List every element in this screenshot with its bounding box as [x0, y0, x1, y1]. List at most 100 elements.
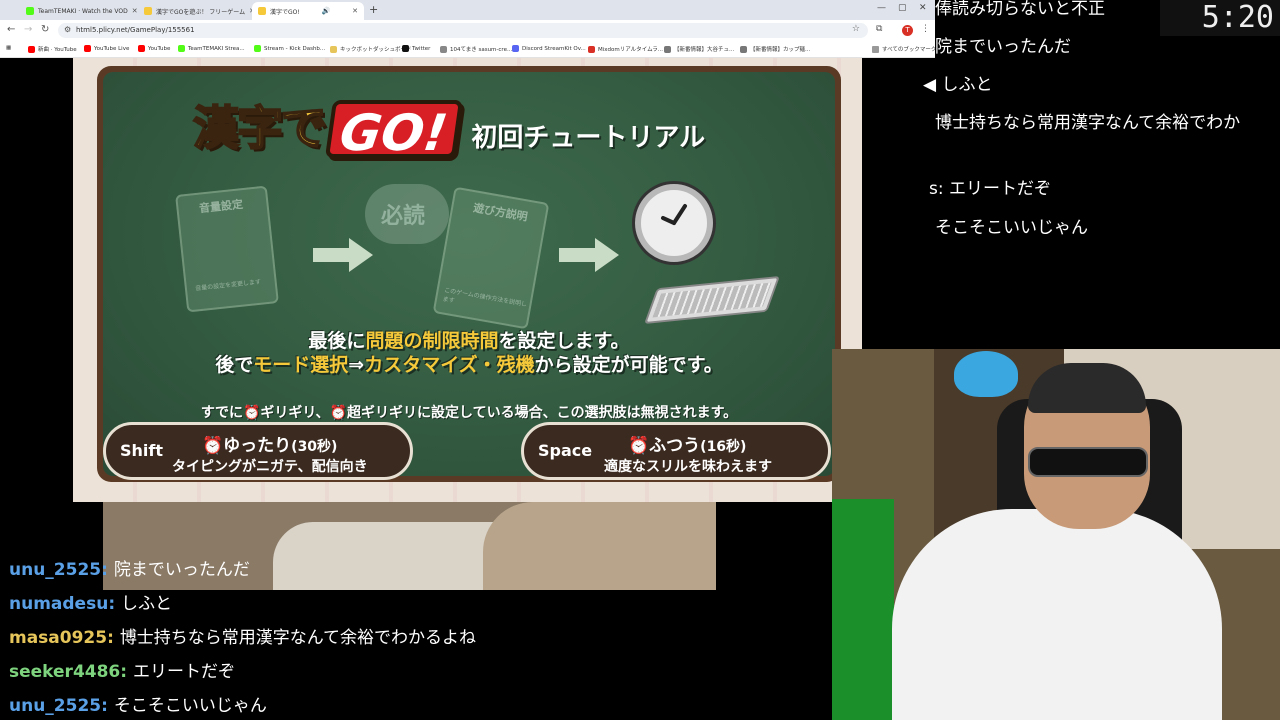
- site-info-icon[interactable]: ⚙: [64, 25, 71, 34]
- tab-kanji-play[interactable]: 漢字でGOを遊ぶ！ フリーゲーム ✕: [138, 2, 252, 20]
- kick-icon: [178, 45, 185, 52]
- news-icon: [740, 45, 747, 53]
- close-icon[interactable]: ✕: [348, 7, 358, 15]
- bookmark-label: キックボットダッシュボード: [340, 47, 412, 53]
- instr-text: から設定が可能です。: [534, 354, 723, 376]
- bookmark-item[interactable]: 104てまき sasum-cre...: [440, 45, 512, 53]
- folder-icon: [872, 45, 879, 53]
- option-normal-button[interactable]: Space ⏰ふつう(16秒) 適度なスリルを味わえます: [521, 422, 831, 480]
- youtube-icon: [84, 45, 91, 52]
- instruction-line-1: 最後に問題の制限時間を設定します。: [103, 326, 835, 353]
- tab-label: TeamTEMAKI · Watch the VOD: [38, 7, 128, 15]
- right-chat-line: 俸読み切らないと不正: [935, 0, 1105, 19]
- bookmark-item[interactable]: キックボットダッシュボード: [330, 45, 412, 53]
- bookmark-item[interactable]: Twitter: [402, 45, 430, 52]
- streamer-hair: [1028, 363, 1146, 413]
- speaker-icon[interactable]: 🔊: [318, 7, 331, 15]
- chat-username: unu_2525: [9, 560, 102, 580]
- option-seconds: (16秒): [700, 439, 747, 455]
- close-icon[interactable]: ✕: [245, 7, 252, 15]
- instr-text: ⇒: [348, 354, 365, 376]
- maximize-icon[interactable]: ▢: [898, 3, 907, 13]
- right-chat-line: ◀ しふと: [923, 75, 993, 95]
- bookmark-star-icon[interactable]: ☆: [852, 24, 860, 34]
- chat-text: しふと: [121, 594, 173, 614]
- chat-username: seeker4486: [9, 662, 121, 682]
- bookmark-label: Mixdomリアルタイムラ...: [598, 47, 664, 53]
- arrow-right-icon: [313, 238, 373, 272]
- bookmark-label: すべてのブックマーク: [882, 47, 935, 53]
- right-chat-line: 博士持ちなら常用漢字なんて余裕でわか: [935, 113, 1241, 133]
- tab-kick[interactable]: TeamTEMAKI · Watch the VOD ✕: [20, 2, 138, 20]
- new-tab-button[interactable]: +: [369, 3, 378, 16]
- url-text: html5.plicy.net/GamePlay/155561: [76, 26, 195, 34]
- instruction-line-2: 後でモード選択⇒カスタマイズ・残機から設定が可能です。: [103, 350, 835, 377]
- reload-icon[interactable]: ↻: [41, 24, 49, 35]
- bookmark-label: 104てまき sasum-cre...: [450, 47, 513, 53]
- youtube-icon: [138, 45, 145, 52]
- option-seconds: (30秒): [291, 439, 338, 455]
- all-bookmarks-folder[interactable]: すべてのブックマーク: [872, 45, 935, 53]
- bookmark-item[interactable]: Discord StreamKit Ov...: [512, 45, 586, 52]
- option-title-text: ⏰ゆったり: [202, 436, 292, 456]
- bookmark-item[interactable]: 【新番情報】カップ麺...: [740, 45, 810, 53]
- instr-text: を設定します。: [498, 330, 630, 352]
- keyboard-icon: [643, 275, 781, 325]
- menu-kebab-icon[interactable]: ⋮: [921, 24, 930, 34]
- option-title: ⏰ふつう(16秒): [628, 431, 746, 456]
- bookmark-item[interactable]: 新曲 · YouTube: [28, 45, 77, 53]
- window-close-icon[interactable]: ✕: [919, 3, 927, 13]
- bookmark-item[interactable]: YouTube Live: [84, 45, 129, 52]
- webcam-feed: [832, 349, 1280, 720]
- title-subtitle: 初回チュートリアル: [471, 123, 706, 153]
- tab-kanji-game-active[interactable]: 漢字でGO! 🔊 ✕: [252, 2, 364, 20]
- close-icon[interactable]: ✕: [128, 7, 138, 15]
- bookmark-label: Twitter: [412, 45, 431, 52]
- news-icon: [664, 45, 671, 53]
- bookmark-item[interactable]: 【新番情報】大谷チュ...: [664, 45, 734, 53]
- back-icon[interactable]: ←: [7, 24, 15, 35]
- profile-avatar[interactable]: T: [902, 25, 913, 36]
- bookmark-label: YouTube Live: [94, 45, 130, 52]
- forward-icon[interactable]: →: [24, 24, 32, 35]
- instr-highlight: モード選択: [253, 354, 349, 376]
- right-chat-overlay: 俸読み切らないと不正 院までいったんだ ◀ しふと 博士持ちなら常用漢字なんて余…: [923, 0, 1280, 242]
- ignore-note: すでに⏰ギリギリ、⏰超ギリギリに設定している場合、この選択肢は無視されます。: [200, 405, 738, 421]
- clock-hands-icon: [661, 204, 687, 225]
- bookmark-item[interactable]: TeamTEMAKI Strea...: [178, 45, 245, 52]
- chat-text: 博士持ちなら常用漢字なんて余裕でわかるよね: [119, 628, 476, 648]
- kick-favicon-icon: [26, 7, 34, 15]
- bookmark-label: TeamTEMAKI Strea...: [188, 45, 245, 52]
- minimize-icon[interactable]: —: [877, 3, 886, 13]
- chat-text: 院までいったんだ: [113, 560, 250, 580]
- x-twitter-icon: [402, 45, 409, 52]
- mixdom-icon: [588, 45, 595, 53]
- bookmark-item[interactable]: YouTube: [138, 45, 170, 52]
- game-canvas[interactable]: 漢字で GO! 初回チュートリアル 音量設定 音量の設定を変更します 必読 遊び…: [73, 58, 862, 502]
- instr-highlight: 問題の制限時間: [365, 330, 499, 352]
- apps-grid-icon[interactable]: ▦: [6, 45, 11, 51]
- instr-highlight: カスタマイズ・残機: [364, 354, 535, 376]
- stream-layout: TeamTEMAKI · Watch the VOD ✕ 漢字でGOを遊ぶ！ フ…: [0, 0, 1280, 720]
- bookmark-label: Discord StreamKit Ov...: [522, 45, 586, 52]
- chat-message: seeker4486: エリートだぞ: [9, 662, 235, 682]
- chat-text: そこそこいいじゃん: [113, 696, 267, 716]
- chalkboard: 漢字で GO! 初回チュートリアル 音量設定 音量の設定を変更します 必読 遊び…: [103, 72, 835, 476]
- bookmark-label: YouTube: [148, 45, 171, 52]
- instr-text: 最後に: [308, 330, 366, 352]
- browser-toolbar: ← → ↻ ⚙ html5.plicy.net/GamePlay/155561 …: [0, 20, 935, 41]
- address-bar[interactable]: ⚙ html5.plicy.net/GamePlay/155561 ☆: [58, 23, 868, 38]
- bookmark-label: 新曲 · YouTube: [38, 47, 77, 53]
- option-relaxed-button[interactable]: Shift ⏰ゆったり(30秒) タイピングがニガテ、配信向き: [103, 422, 413, 480]
- bookmark-item[interactable]: Stream - Kick Dashb...: [254, 45, 325, 52]
- arrow-right-icon: [559, 238, 619, 272]
- slime-plush: [954, 351, 1018, 397]
- extensions-icon[interactable]: ⧉: [876, 24, 882, 34]
- bookmark-item[interactable]: Mixdomリアルタイムラ...: [588, 45, 663, 53]
- webcam-green-object: [832, 499, 894, 720]
- plicy-favicon-icon: [144, 7, 152, 15]
- page-content: 漢字で GO! 初回チュートリアル 音量設定 音量の設定を変更します 必読 遊び…: [0, 58, 935, 502]
- space-key-label: Space: [538, 441, 593, 460]
- bot-icon: [330, 45, 337, 53]
- plicy-favicon-icon: [258, 7, 266, 15]
